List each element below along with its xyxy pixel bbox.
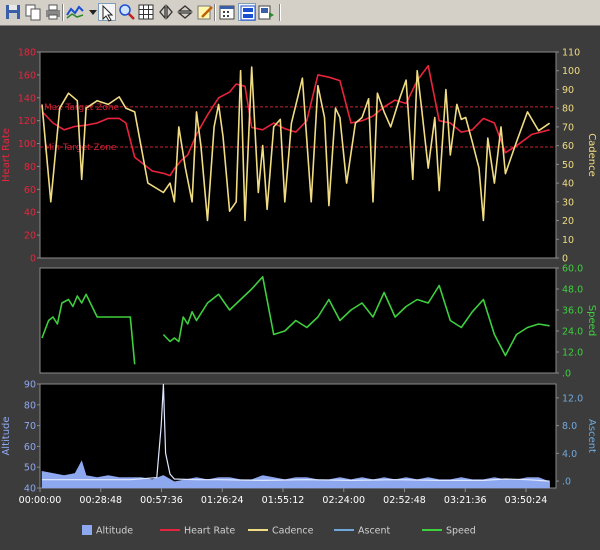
legend-label: Cadence bbox=[272, 526, 314, 537]
tick-label-left-p1: 0 bbox=[30, 254, 36, 265]
edit-button[interactable] bbox=[196, 3, 214, 21]
edit-icon bbox=[197, 5, 213, 20]
calendar-button[interactable] bbox=[218, 3, 236, 21]
x-tick-label: 00:28:48 bbox=[79, 495, 122, 506]
tick-label-right-p1: 110 bbox=[562, 48, 580, 59]
legend-item-heart-rate: Heart Rate bbox=[160, 526, 235, 537]
tick-label-right-p1: 70 bbox=[562, 122, 574, 133]
tick-label-right-p3: 12.0 bbox=[562, 393, 583, 404]
tick-label-right-p2: 48.0 bbox=[562, 285, 583, 296]
toolbar-separator bbox=[62, 4, 64, 21]
line-chart-button[interactable] bbox=[66, 3, 84, 21]
tick-label-right-p3: 8.0 bbox=[562, 421, 577, 432]
tick-label-left-p1: 180 bbox=[18, 48, 36, 59]
tick-label-right-p1: 50 bbox=[562, 160, 574, 171]
x-tick-label: 03:50:24 bbox=[505, 495, 548, 506]
tick-label-left-p1: 160 bbox=[18, 70, 36, 81]
tick-label-left-p3: 70 bbox=[24, 421, 36, 432]
axis-title-left-p1: Heart Rate bbox=[1, 128, 12, 182]
tick-label-left-p1: 40 bbox=[24, 208, 36, 219]
select-pointer-icon bbox=[102, 4, 114, 22]
tick-label-left-p3: 90 bbox=[24, 380, 36, 391]
toolbar-separator bbox=[279, 4, 281, 21]
legend-label: Speed bbox=[446, 526, 476, 537]
tick-label-left-p3: 60 bbox=[24, 442, 36, 453]
line-chart-icon bbox=[66, 5, 84, 19]
panel-frame-1 bbox=[39, 51, 557, 259]
tick-label-right-p2: .0 bbox=[562, 369, 571, 380]
tick-label-left-p1: 60 bbox=[24, 185, 36, 196]
export-button[interactable] bbox=[257, 3, 275, 21]
copy-button[interactable] bbox=[24, 3, 42, 21]
x-tick-label: 03:21:36 bbox=[444, 495, 487, 506]
tick-label-right-p1: 100 bbox=[562, 66, 580, 77]
x-tick-label: 01:55:12 bbox=[262, 495, 305, 506]
tick-label-right-p1: 20 bbox=[562, 216, 574, 227]
legend-item-altitude: Altitude bbox=[82, 525, 133, 537]
tick-label-left-p3: 40 bbox=[24, 484, 36, 495]
x-tick-label: 00:57:36 bbox=[140, 495, 183, 506]
save-icon bbox=[6, 5, 20, 19]
tick-label-left-p3: 50 bbox=[24, 463, 36, 474]
legend-label: Heart Rate bbox=[184, 526, 235, 537]
tick-label-right-p2: 36.0 bbox=[562, 306, 583, 317]
tick-label-left-p1: 80 bbox=[24, 162, 36, 173]
save-button[interactable] bbox=[4, 3, 22, 21]
tick-label-right-p1: 90 bbox=[562, 85, 574, 96]
x-tick-label: 01:26:24 bbox=[201, 495, 244, 506]
tick-label-left-p1: 140 bbox=[18, 93, 36, 104]
chart-area: 180 160 140 120 100 80 60 40 20 0 110 100 90 80 70 60 50… bbox=[1, 48, 597, 537]
tick-label-right-p1: 40 bbox=[562, 179, 574, 190]
x-tick-label: 02:52:48 bbox=[383, 495, 426, 506]
legend-label: Ascent bbox=[358, 526, 391, 537]
flip-vertical-button[interactable] bbox=[176, 3, 194, 21]
calendar-icon bbox=[219, 5, 235, 20]
flip-vertical-icon bbox=[177, 5, 193, 19]
print-icon bbox=[46, 4, 60, 20]
panel-frame-3 bbox=[39, 383, 557, 489]
grid-button[interactable] bbox=[137, 3, 155, 21]
copy-icon bbox=[25, 4, 41, 21]
axis-title-right-p2: Speed bbox=[586, 305, 597, 336]
tick-label-right-p2: 12.0 bbox=[562, 348, 583, 359]
legend-label: Altitude bbox=[96, 526, 133, 537]
toolbar-separator bbox=[214, 4, 216, 21]
toolbar bbox=[0, 0, 600, 26]
tick-label-left-p1: 100 bbox=[18, 139, 36, 150]
select-pointer-button[interactable] bbox=[98, 3, 116, 22]
tick-label-right-p2: 60.0 bbox=[562, 264, 583, 275]
tick-label-left-p1: 120 bbox=[18, 116, 36, 127]
tick-label-right-p1: 80 bbox=[562, 104, 574, 115]
export-icon bbox=[258, 5, 274, 20]
flip-horizontal-icon bbox=[159, 4, 173, 20]
axis-title-right-p3: Ascent bbox=[586, 419, 597, 453]
zoom-button[interactable] bbox=[118, 3, 136, 21]
panel-view-icon bbox=[240, 5, 256, 21]
tick-label-right-p3: .0 bbox=[562, 477, 571, 488]
axis-title-left-p3: Altitude bbox=[1, 416, 12, 455]
x-tick-label: 00:00:00 bbox=[19, 495, 62, 506]
zoom-icon bbox=[119, 4, 135, 20]
tick-label-right-p1: 60 bbox=[562, 141, 574, 152]
axis-title-right-p1: Cadence bbox=[586, 133, 597, 177]
legend-swatch bbox=[82, 525, 92, 535]
x-tick-label: 02:24:00 bbox=[322, 495, 365, 506]
legend-item-cadence: Cadence bbox=[248, 526, 314, 537]
tick-label-right-p1: 30 bbox=[562, 197, 574, 208]
panel-frame-2 bbox=[39, 267, 557, 374]
grid-icon bbox=[138, 4, 154, 20]
legend-item-ascent: Ascent bbox=[334, 526, 391, 537]
tick-label-right-p3: 4.0 bbox=[562, 449, 577, 460]
legend-item-speed: Speed bbox=[422, 526, 476, 537]
tick-label-left-p1: 20 bbox=[24, 231, 36, 242]
panel-view-button[interactable] bbox=[238, 3, 256, 21]
print-button[interactable] bbox=[44, 3, 62, 21]
tick-label-right-p2: 24.0 bbox=[562, 327, 583, 338]
tick-label-left-p3: 80 bbox=[24, 400, 36, 411]
flip-horizontal-button[interactable] bbox=[157, 3, 175, 21]
tick-label-right-p1: 10 bbox=[562, 235, 574, 246]
